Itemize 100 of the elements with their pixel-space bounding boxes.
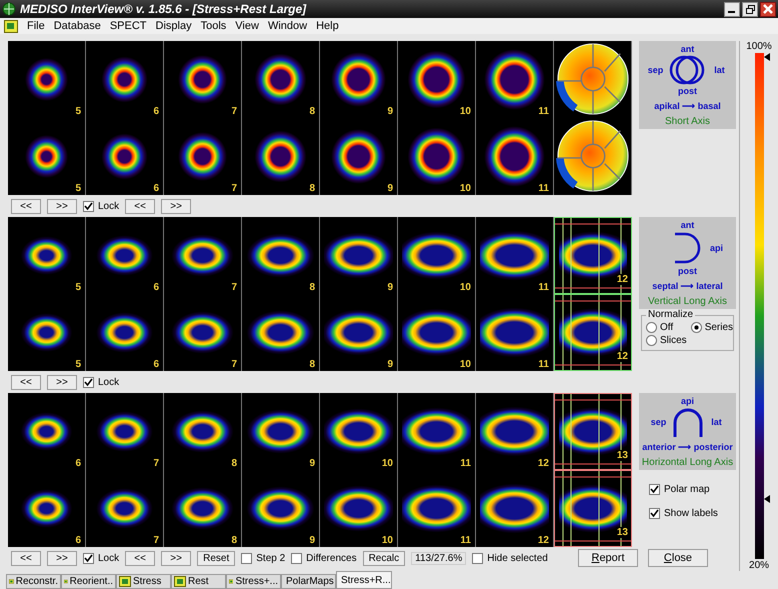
slice-number: 7: [230, 359, 238, 370]
slice-number: 5: [74, 282, 82, 293]
slice-number: 9: [386, 106, 394, 117]
restore-icon: [746, 4, 754, 14]
radio-option[interactable]: Series: [690, 322, 734, 333]
slice-number: 8: [230, 535, 238, 546]
window-tab[interactable]: Reorient..: [61, 574, 116, 589]
document-icon: [174, 576, 186, 587]
document-icon: [9, 576, 14, 587]
toolbar-button[interactable]: >>: [47, 550, 77, 566]
axis-title: Horizontal Long Axis: [642, 457, 734, 468]
radio-option[interactable]: Off: [646, 322, 687, 333]
toolbar-button[interactable]: >>: [47, 374, 77, 390]
slice-number: 10: [458, 183, 472, 194]
slice-number: 10: [458, 106, 472, 117]
checkbox-option[interactable]: Lock: [83, 200, 120, 212]
document-icon: [119, 576, 131, 587]
toolbar-button[interactable]: <<: [125, 198, 156, 214]
slice-number: 7: [230, 282, 238, 293]
toolbar-button[interactable]: >>: [161, 550, 192, 566]
window-tab[interactable]: Stress+R...: [336, 571, 392, 589]
slice-number: 7: [152, 458, 160, 469]
slice-number: 11: [459, 535, 472, 546]
slice-number: 11: [537, 106, 550, 117]
slice-number: 5: [74, 359, 82, 370]
menu-item[interactable]: Window: [268, 20, 308, 32]
slice-number: 8: [308, 106, 316, 117]
window-title: MEDISO InterView® v. 1.85.6 - [Stress+Rest Large]: [20, 2, 308, 16]
checkbox-option[interactable]: Step 2: [241, 552, 286, 564]
radio-option[interactable]: Slices: [646, 335, 687, 346]
slice-number: 5: [74, 183, 82, 194]
slice-number: 5: [74, 106, 82, 117]
toolbar-button[interactable]: <<: [11, 374, 41, 390]
slice-number: 9: [386, 359, 394, 370]
direction-label: apikal ⟶ basal: [654, 101, 721, 111]
check-icon: [84, 202, 93, 210]
toolbar-button[interactable]: <<: [11, 550, 41, 566]
menu-item[interactable]: File: [27, 20, 45, 32]
menu-item[interactable]: SPECT: [110, 20, 147, 32]
dialog-button[interactable]: Close: [648, 549, 708, 567]
direction-label: septal ⟶ lateral: [652, 281, 723, 291]
menu-item[interactable]: Help: [316, 20, 339, 32]
slice-number: 13: [616, 527, 629, 538]
orientation-label: sep: [646, 65, 664, 75]
checkbox-option[interactable]: Hide selected: [472, 552, 548, 564]
toolbar-button[interactable]: >>: [47, 198, 77, 214]
orientation-label: post: [678, 266, 697, 276]
orientation-label: post: [678, 86, 697, 96]
scale-label: 20%: [749, 560, 770, 571]
slice-number: 11: [537, 183, 550, 194]
orientation-label: lat: [713, 65, 726, 75]
arch-diagram-icon: [670, 407, 704, 437]
toolbar-button[interactable]: <<: [11, 198, 41, 214]
slice-number: 6: [152, 106, 160, 117]
menu-item[interactable]: Display: [156, 20, 192, 32]
slice-number: 11: [459, 458, 472, 469]
menu-item[interactable]: View: [235, 20, 259, 32]
toolbar-button[interactable]: <<: [125, 550, 156, 566]
slice-number: 9: [386, 282, 394, 293]
checkbox-option[interactable]: Lock: [83, 376, 120, 388]
toolbar-button[interactable]: Recalc: [362, 550, 406, 566]
checkbox-option[interactable]: Polar map: [649, 484, 736, 495]
slice-number: 12: [536, 535, 550, 546]
slice-number: 10: [380, 535, 394, 546]
dialog-button[interactable]: Report: [578, 549, 638, 567]
menu-item[interactable]: Tools: [200, 20, 226, 32]
window-tab[interactable]: Stress: [116, 574, 171, 589]
close-icon: [763, 4, 773, 14]
slice-number: 9: [308, 458, 316, 469]
orientation-label: sep: [650, 417, 668, 427]
slice-number: 7: [230, 106, 238, 117]
slice-number: 10: [458, 359, 472, 370]
checkbox-option[interactable]: Show labels: [649, 508, 736, 519]
orientation-label: api: [708, 243, 724, 253]
window-tab[interactable]: Reconstr.: [6, 574, 61, 589]
checkbox-option[interactable]: Differences: [291, 552, 357, 564]
window-tab[interactable]: PolarMaps: [281, 574, 336, 589]
slice-number: 12: [616, 351, 629, 362]
window-tab[interactable]: Stress+...: [226, 574, 281, 589]
close-button[interactable]: [760, 2, 776, 16]
restore-button[interactable]: [742, 2, 758, 16]
check-icon: [84, 554, 93, 562]
menu-item[interactable]: Database: [54, 20, 101, 32]
group-title: Normalize: [646, 309, 696, 320]
toolbar-button[interactable]: Reset: [197, 550, 236, 566]
orientation-label: lat: [710, 417, 723, 427]
scale-label: 100%: [746, 41, 772, 52]
orientation-label: api: [680, 396, 694, 406]
axis-title: Vertical Long Axis: [648, 296, 727, 307]
slice-number: 13: [616, 450, 629, 461]
minimize-button[interactable]: [724, 2, 740, 16]
slice-number: 9: [308, 535, 316, 546]
count-readout: 113/27.6%: [411, 552, 466, 564]
toolbar-button[interactable]: >>: [161, 198, 192, 214]
check-icon: [650, 509, 659, 518]
checkbox-option[interactable]: Lock: [83, 552, 120, 564]
slice-number: 12: [536, 458, 550, 469]
check-icon: [84, 378, 93, 386]
window-tab[interactable]: Rest: [171, 574, 226, 589]
slice-number: 11: [537, 359, 550, 370]
